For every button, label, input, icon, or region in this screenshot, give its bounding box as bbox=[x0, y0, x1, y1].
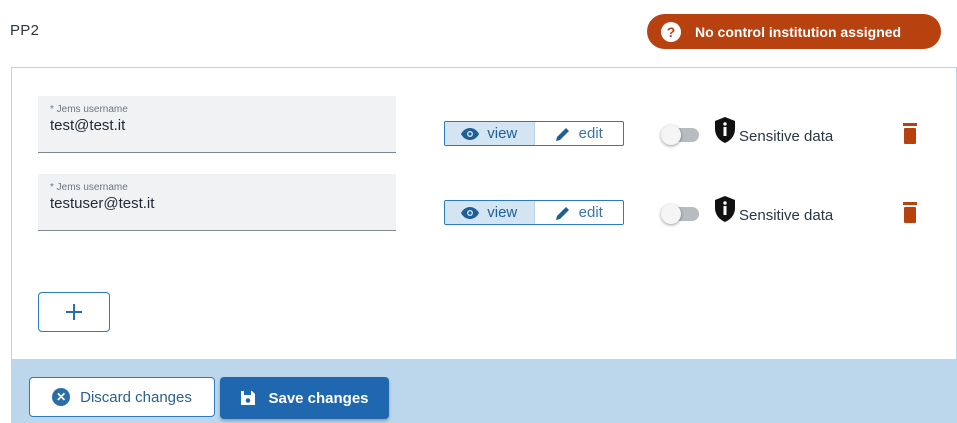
status-badge-text: No control institution assigned bbox=[695, 23, 902, 40]
username-field-value[interactable]: test@test.it bbox=[50, 117, 386, 134]
sensitive-data-label: Sensitive data bbox=[739, 207, 834, 224]
add-user-button[interactable] bbox=[38, 292, 110, 332]
plus-icon bbox=[66, 304, 82, 320]
username-field[interactable]: * Jems username test@test.it bbox=[38, 96, 396, 153]
shield-icon bbox=[715, 196, 735, 222]
username-field-value[interactable]: testuser@test.it bbox=[50, 195, 386, 212]
close-circle-icon: ✕ bbox=[52, 388, 71, 406]
shield-icon bbox=[715, 117, 735, 143]
trash-icon[interactable] bbox=[900, 122, 920, 144]
floppy-disk-icon bbox=[241, 391, 256, 405]
save-label: Save changes bbox=[268, 389, 369, 407]
section-title: PP2 bbox=[10, 22, 40, 39]
discard-label: Discard changes bbox=[80, 388, 192, 406]
save-changes-button[interactable]: Save changes bbox=[220, 377, 389, 419]
edit-permission-button[interactable]: edit bbox=[533, 122, 624, 145]
view-permission-button[interactable]: view bbox=[445, 201, 534, 224]
edit-label: edit bbox=[578, 204, 603, 221]
pencil-icon bbox=[555, 206, 569, 220]
username-field[interactable]: * Jems username testuser@test.it bbox=[38, 174, 396, 231]
sensitive-data-toggle[interactable] bbox=[661, 204, 699, 224]
trash-icon[interactable] bbox=[900, 201, 920, 223]
eye-icon bbox=[461, 206, 480, 219]
question-icon: ? bbox=[661, 21, 681, 42]
toggle-knob bbox=[661, 204, 681, 224]
edit-permission-button[interactable]: edit bbox=[533, 201, 624, 224]
view-permission-button[interactable]: view bbox=[445, 122, 534, 145]
view-label: view bbox=[487, 125, 518, 142]
username-field-label: * Jems username bbox=[50, 104, 128, 115]
status-badge: ? No control institution assigned bbox=[647, 14, 941, 49]
permission-toggle: view edit bbox=[444, 200, 624, 225]
view-label: view bbox=[487, 204, 518, 221]
eye-icon bbox=[461, 127, 480, 140]
sensitive-data-label: Sensitive data bbox=[739, 128, 834, 145]
edit-label: edit bbox=[578, 125, 603, 142]
permission-toggle: view edit bbox=[444, 121, 624, 146]
sensitive-data-toggle[interactable] bbox=[661, 125, 699, 145]
toggle-knob bbox=[661, 125, 681, 145]
pencil-icon bbox=[555, 127, 569, 141]
username-field-label: * Jems username bbox=[50, 182, 128, 193]
discard-changes-button[interactable]: ✕ Discard changes bbox=[29, 377, 215, 417]
